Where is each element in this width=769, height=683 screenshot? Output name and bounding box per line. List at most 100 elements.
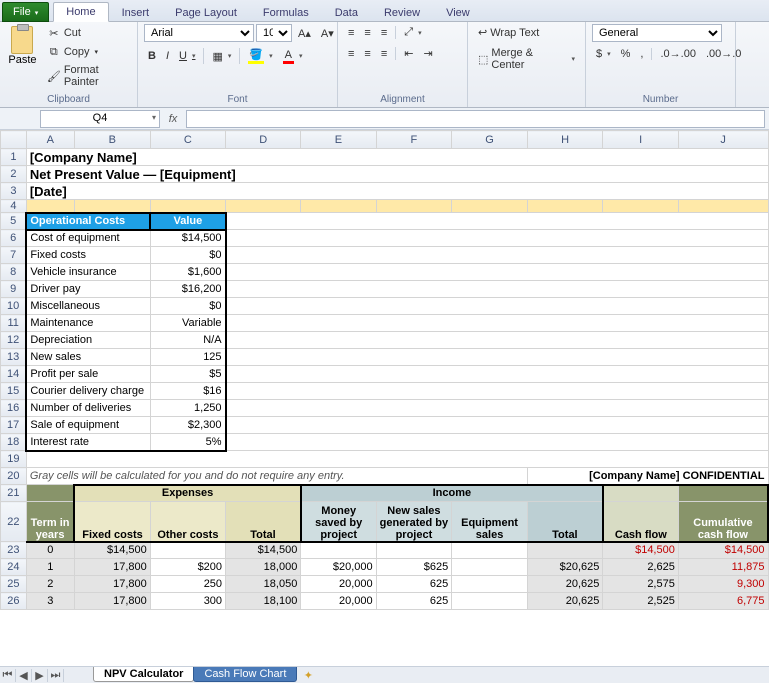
row-hdr[interactable]: 7 [1,247,27,264]
decrease-indent-button[interactable]: ⇤ [400,45,417,62]
row-hdr[interactable]: 19 [1,451,27,468]
row-hdr[interactable]: 1 [1,149,27,166]
opcost-value[interactable]: 1,250 [150,400,225,417]
format-painter-button[interactable]: 🖌Format Painter [43,62,131,90]
tab-insert[interactable]: Insert [109,3,163,22]
opcost-value[interactable]: $0 [150,298,225,315]
cell[interactable] [226,400,768,417]
opcost-value[interactable]: N/A [150,332,225,349]
hdr-fixed[interactable]: Fixed costs [74,502,150,542]
align-right-button[interactable]: ≡ [377,46,391,62]
row-hdr[interactable]: 8 [1,264,27,281]
exp-total[interactable]: $14,500 [226,542,301,559]
opcost-name[interactable]: Profit per sale [26,366,150,383]
cell[interactable] [226,417,768,434]
equip-sales[interactable] [452,542,528,559]
row-hdr[interactable]: 5 [1,213,27,230]
col-hdr[interactable]: B [74,131,150,149]
date[interactable]: [Date] [26,183,768,200]
cash-flow[interactable]: 2,525 [603,593,678,610]
company-name[interactable]: [Company Name] [26,149,768,166]
hdr-other[interactable]: Other costs [150,502,225,542]
orientation-button[interactable]: ⤢ [400,24,425,41]
fill-color-button[interactable]: 🪣 [244,46,276,66]
align-center-button[interactable]: ≡ [360,46,374,62]
hdr-inc-total[interactable]: Total [527,502,602,542]
opcost-name[interactable]: New sales [26,349,150,366]
cell[interactable] [226,315,768,332]
row-hdr[interactable]: 3 [1,183,27,200]
opcost-name[interactable]: Depreciation [26,332,150,349]
opcost-value[interactable]: $1,600 [150,264,225,281]
opcost-name[interactable]: Courier delivery charge [26,383,150,400]
exp-total[interactable]: 18,000 [226,559,301,576]
decrease-decimal-button[interactable]: .00→.0 [702,46,745,62]
tab-review[interactable]: Review [371,3,433,22]
row-hdr[interactable]: 9 [1,281,27,298]
align-top-button[interactable]: ≡ [344,25,358,41]
expenses-header[interactable]: Expenses [74,485,301,502]
row-hdr[interactable]: 16 [1,400,27,417]
row-hdr[interactable]: 18 [1,434,27,451]
cell[interactable] [226,332,768,349]
row-hdr[interactable]: 24 [1,559,27,576]
col-hdr[interactable]: H [527,131,602,149]
row-hdr[interactable]: 25 [1,576,27,593]
col-hdr[interactable]: E [301,131,376,149]
opcost-value-header[interactable]: Value [150,213,225,230]
tab-home[interactable]: Home [53,2,108,22]
increase-indent-button[interactable]: ⇥ [419,45,436,62]
cell[interactable] [603,485,678,502]
row-hdr[interactable]: 20 [1,468,27,485]
cum-cash-flow[interactable]: $14,500 [678,542,768,559]
inc-total[interactable]: 20,625 [527,593,602,610]
opcost-name[interactable]: Cost of equipment [26,230,150,247]
align-middle-button[interactable]: ≡ [360,25,374,41]
term[interactable]: 1 [26,559,74,576]
new-sales[interactable] [376,542,452,559]
align-bottom-button[interactable]: ≡ [377,25,391,41]
confidential[interactable]: [Company Name] CONFIDENTIAL [527,468,768,485]
copy-button[interactable]: ⧉Copy▾ [43,43,131,61]
sheet-nav-next[interactable]: ▶ [32,669,48,682]
inc-total[interactable]: 20,625 [527,576,602,593]
money-saved[interactable]: $20,000 [301,559,376,576]
tab-file[interactable]: File [2,2,49,22]
money-saved[interactable]: 20,000 [301,576,376,593]
cell[interactable] [226,230,768,247]
cell[interactable] [226,247,768,264]
tab-page-layout[interactable]: Page Layout [162,3,250,22]
opcost-value[interactable]: 125 [150,349,225,366]
opcost-name[interactable]: Vehicle insurance [26,264,150,281]
hdr-cashflow[interactable]: Cash flow [603,502,678,542]
font-color-button[interactable]: A [279,47,307,66]
cell[interactable] [226,281,768,298]
accounting-format-button[interactable]: $ [592,46,615,62]
exp-total[interactable]: 18,050 [226,576,301,593]
cash-flow[interactable]: $14,500 [603,542,678,559]
hdr-saved[interactable]: Money saved by project [301,502,376,542]
cum-cash-flow[interactable]: 9,300 [678,576,768,593]
grow-font-button[interactable]: A▴ [294,25,315,42]
opcost-value[interactable]: Variable [150,315,225,332]
row-hdr[interactable]: 15 [1,383,27,400]
font-size-select[interactable]: 10 [256,24,292,42]
money-saved[interactable] [301,542,376,559]
money-saved[interactable]: 20,000 [301,593,376,610]
col-hdr[interactable]: A [26,131,74,149]
hdr-exp-total[interactable]: Total [226,502,301,542]
equip-sales[interactable] [452,576,528,593]
cash-flow[interactable]: 2,625 [603,559,678,576]
font-name-select[interactable]: Arial [144,24,254,42]
exp-total[interactable]: 18,100 [226,593,301,610]
percent-format-button[interactable]: % [617,46,635,62]
row-hdr[interactable]: 14 [1,366,27,383]
cell[interactable] [678,485,768,502]
border-button[interactable]: ▦ [208,48,235,65]
row-hdr[interactable]: 26 [1,593,27,610]
equip-sales[interactable] [452,559,528,576]
row-hdr[interactable]: 17 [1,417,27,434]
col-hdr[interactable]: G [452,131,528,149]
term[interactable]: 2 [26,576,74,593]
tab-view[interactable]: View [433,3,483,22]
